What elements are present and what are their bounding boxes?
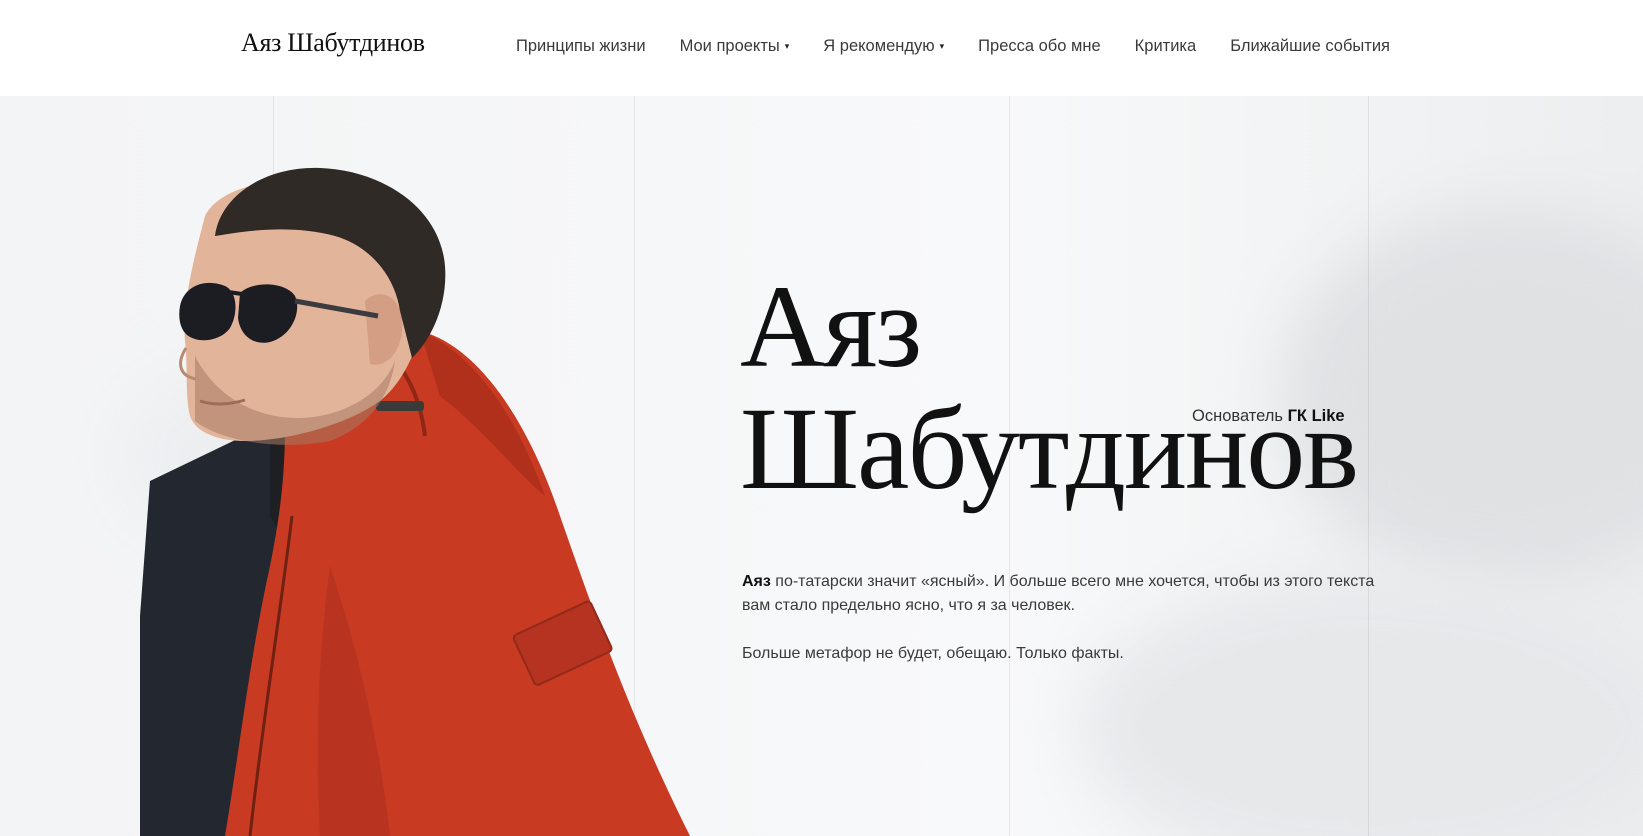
founder-prefix: Основатель xyxy=(1192,407,1288,425)
nav-item-label: Мои проекты xyxy=(679,37,780,55)
nav-item-label: Принципы жизни xyxy=(516,37,646,55)
nav-item-label: Пресса обо мне xyxy=(978,37,1101,55)
nav-item-critique[interactable]: Критика xyxy=(1135,37,1197,56)
founder-tagline: Основатель ГК Like xyxy=(1192,407,1345,426)
hero-portrait xyxy=(140,167,690,836)
main-nav: Принципы жизни Мои проекты ▾ Я рекоменду… xyxy=(516,37,1390,56)
site-header: Аяз Шабутдинов Принципы жизни Мои проект… xyxy=(0,0,1643,96)
intro-text: по-татарски значит «ясный». И больше все… xyxy=(742,573,1375,614)
nav-item-principles[interactable]: Принципы жизни xyxy=(516,37,646,56)
site-logo[interactable]: Аяз Шабутдинов xyxy=(241,28,425,58)
nav-item-recommend[interactable]: Я рекомендую ▾ xyxy=(823,37,944,56)
hero-section: Аяз Шабутдинов Основатель ГК Like Аяз по… xyxy=(0,96,1643,836)
grid-line xyxy=(1368,96,1369,836)
hero-title: Аяз Шабутдинов xyxy=(740,261,1359,510)
nav-item-label: Я рекомендую xyxy=(823,37,935,55)
nav-item-label: Критика xyxy=(1134,37,1197,55)
nav-item-press[interactable]: Пресса обо мне xyxy=(978,37,1101,56)
hero-description: Аяз по-татарски значит «ясный». И больше… xyxy=(742,570,1402,690)
nav-item-projects[interactable]: Мои проекты ▾ xyxy=(680,37,790,56)
caret-down-icon: ▾ xyxy=(784,41,790,51)
intro-name: Аяз xyxy=(742,573,771,590)
nav-item-events[interactable]: Ближайшие события xyxy=(1230,37,1390,56)
nav-item-label: Ближайшие события xyxy=(1230,37,1390,55)
caret-down-icon: ▾ xyxy=(939,41,945,51)
hero-title-first-name: Аяз xyxy=(740,261,922,392)
intro-paragraph-2: Больше метафор не будет, обещаю. Только … xyxy=(742,645,1124,662)
intro-paragraph: Аяз по-татарски значит «ясный». И больше… xyxy=(742,570,1402,618)
founder-company: ГК Like xyxy=(1287,407,1345,425)
